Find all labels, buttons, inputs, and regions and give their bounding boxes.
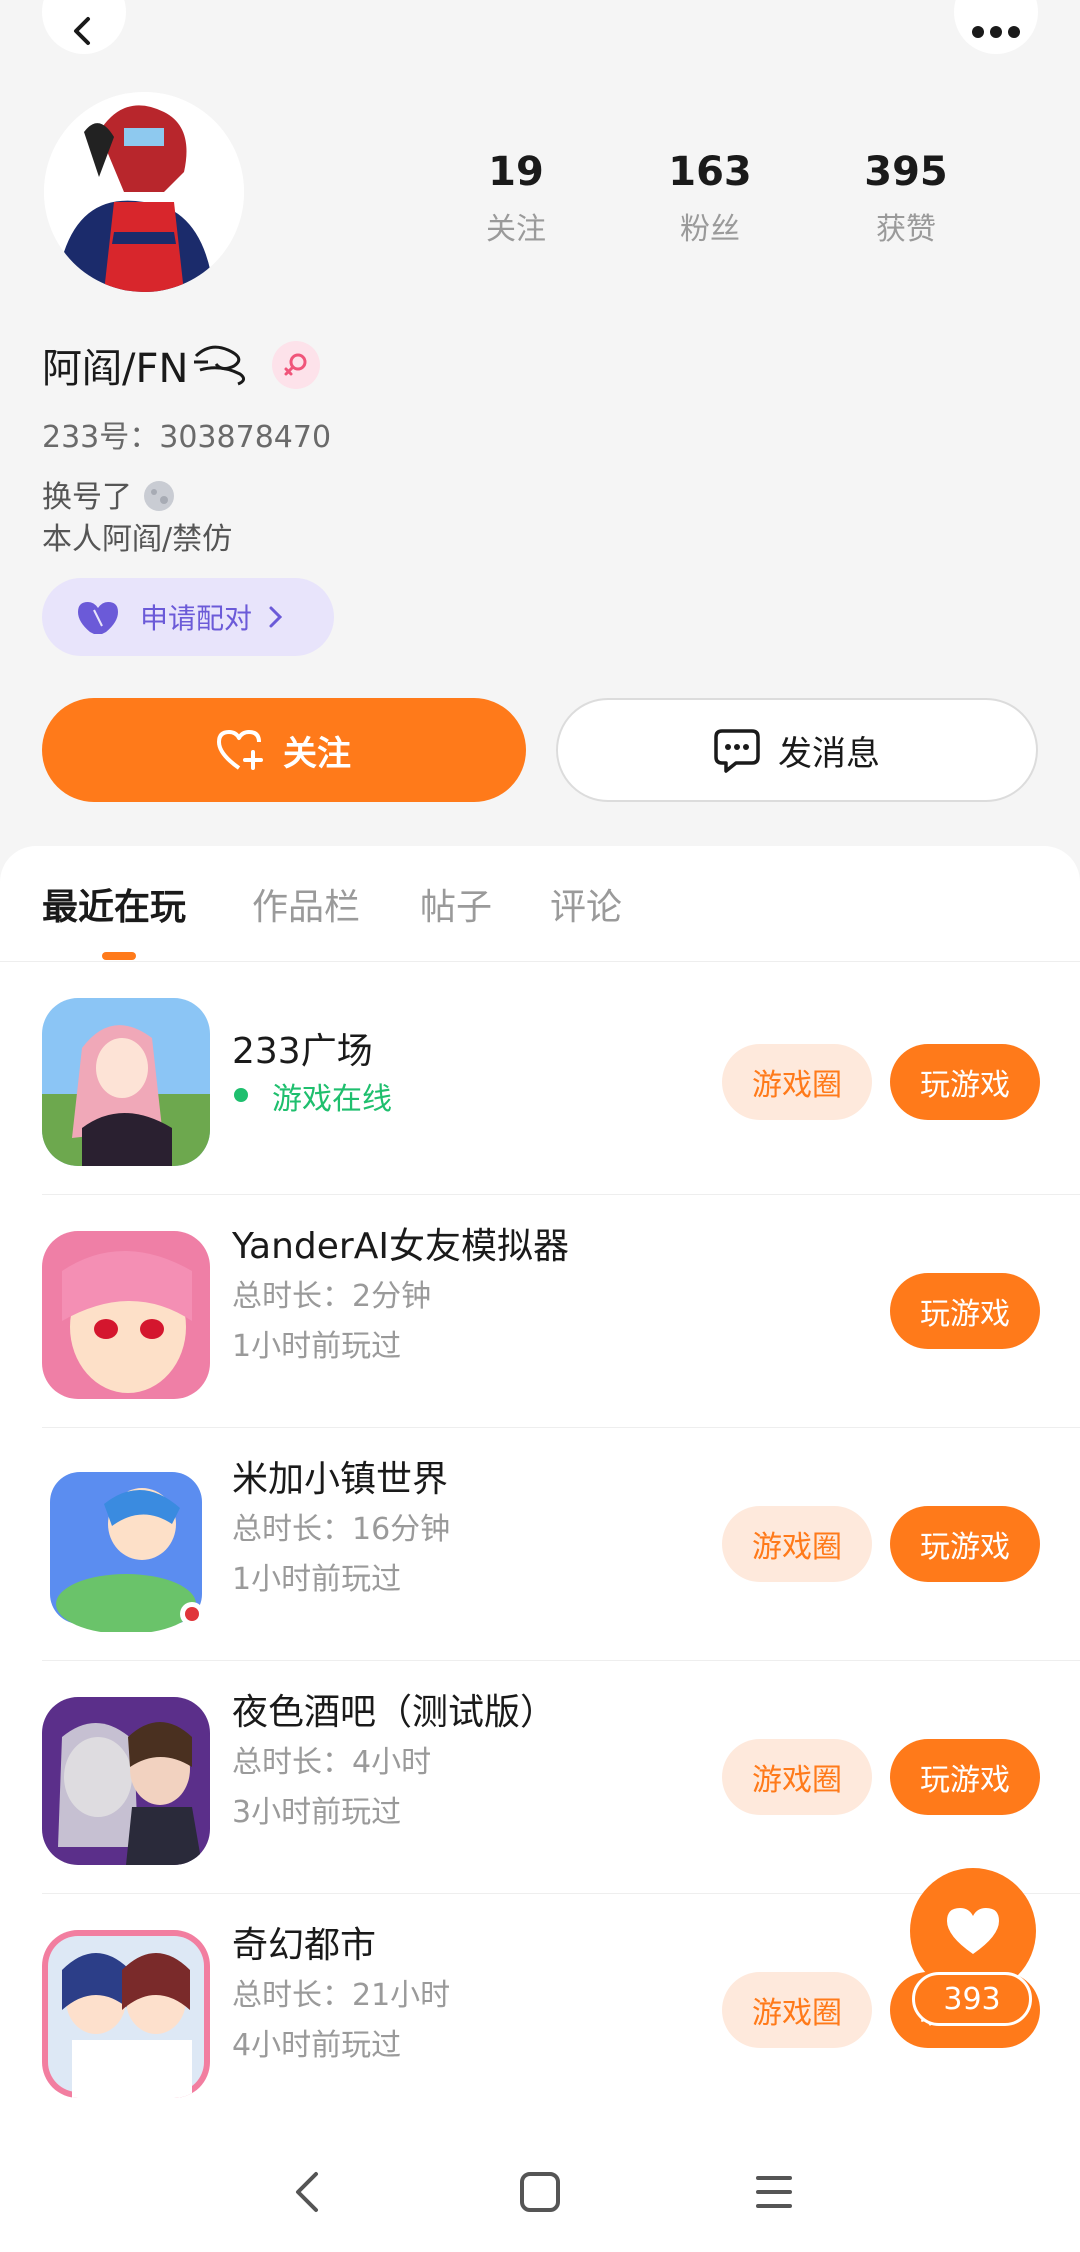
moon-emoji-icon <box>143 481 174 511</box>
profile-name: 阿阎/FN <box>42 346 189 392</box>
stat-followers[interactable]: 163 粉丝 <box>630 148 790 248</box>
game-title: 夜色酒吧（测试版） <box>232 1692 557 1733</box>
heart-plus-icon <box>217 730 263 770</box>
like-count-badge: 393 <box>912 1972 1032 2026</box>
follow-label: 关注 <box>283 733 351 774</box>
heart-icon <box>947 1908 999 1954</box>
game-icon[interactable] <box>42 998 210 1166</box>
send-message-button[interactable]: 发消息 <box>556 698 1038 802</box>
game-circle-button[interactable]: 游戏圈 <box>722 1972 872 2048</box>
game-title: YanderAI女友模拟器 <box>232 1226 569 1267</box>
name-row: 阿阎/FN <box>42 336 321 394</box>
game-row[interactable]: 233广场 游戏在线 游戏圈 玩游戏 <box>0 962 1080 1195</box>
play-game-button[interactable]: 玩游戏 <box>890 1739 1040 1815</box>
stat-likes[interactable]: 395 获赞 <box>826 148 986 248</box>
send-message-label: 发消息 <box>778 733 880 774</box>
bio-text: 换号了 <box>42 480 132 515</box>
game-icon[interactable] <box>42 1697 210 1865</box>
top-bar <box>0 0 1080 60</box>
tab-bar: 最近在玩 作品栏 帖子 评论 <box>0 846 1080 962</box>
game-icon[interactable] <box>42 1464 210 1632</box>
back-arrow-icon <box>74 17 90 45</box>
game-playtime: 总时长：16分钟 <box>232 1512 451 1547</box>
more-dots-icon <box>972 26 1020 38</box>
game-title: 米加小镇世界 <box>232 1459 449 1500</box>
game-row[interactable]: YanderAI女友模拟器 总时长：2分钟 1小时前玩过 玩游戏 <box>0 1195 1080 1428</box>
game-last-played: 3小时前玩过 <box>232 1795 402 1830</box>
swirl-decoration-icon <box>194 345 246 386</box>
tab-posts[interactable]: 帖子 <box>420 878 492 930</box>
game-last-played: 1小时前玩过 <box>232 1329 402 1364</box>
user-id: 233号：303878470 <box>42 420 332 455</box>
request-pair-button[interactable]: 申请配对 <box>42 578 334 656</box>
tab-works[interactable]: 作品栏 <box>252 878 360 930</box>
game-row[interactable]: 米加小镇世界 总时长：16分钟 1小时前玩过 游戏圈 玩游戏 <box>0 1428 1080 1661</box>
content-panel: 最近在玩 作品栏 帖子 评论 233广场 游戏在线 游戏圈 玩游戏 Yander… <box>0 846 1080 2252</box>
stat-label: 关注 <box>486 212 546 247</box>
play-game-button[interactable]: 玩游戏 <box>890 1044 1040 1120</box>
game-playtime: 总时长：21小时 <box>232 1978 451 2013</box>
game-circle-button[interactable]: 游戏圈 <box>722 1506 872 1582</box>
online-status-dot <box>234 1088 248 1102</box>
request-pair-label: 申请配对 <box>140 602 253 635</box>
gender-badge <box>272 341 321 389</box>
active-tab-indicator <box>102 952 136 960</box>
game-circle-button[interactable]: 游戏圈 <box>722 1739 872 1815</box>
game-circle-button[interactable]: 游戏圈 <box>722 1044 872 1120</box>
game-last-played: 1小时前玩过 <box>232 1562 402 1597</box>
stat-number: 395 <box>864 149 948 195</box>
system-nav-bar <box>0 2140 1080 2252</box>
game-playtime: 总时长：2分钟 <box>232 1279 432 1314</box>
play-game-button[interactable]: 玩游戏 <box>890 1506 1040 1582</box>
game-playtime: 总时长：4小时 <box>232 1745 432 1780</box>
game-online-status: 游戏在线 <box>272 1082 392 1117</box>
back-button[interactable] <box>42 0 126 54</box>
game-title: 奇幻都市 <box>232 1925 377 1966</box>
game-row[interactable]: 夜色酒吧（测试版） 总时长：4小时 3小时前玩过 游戏圈 玩游戏 <box>0 1661 1080 1894</box>
nav-home-icon[interactable] <box>518 2168 562 2216</box>
game-icon[interactable] <box>42 1930 210 2098</box>
stat-following[interactable]: 19 关注 <box>436 148 596 248</box>
tab-comments[interactable]: 评论 <box>550 878 622 930</box>
game-icon[interactable] <box>42 1231 210 1399</box>
chevron-right-icon <box>269 606 283 628</box>
game-last-played: 4小时前玩过 <box>232 2028 402 2063</box>
game-title: 233广场 <box>232 1031 373 1072</box>
avatar-image <box>44 92 244 292</box>
tab-recently-played[interactable]: 最近在玩 <box>42 878 186 930</box>
nav-back-icon[interactable] <box>290 2168 326 2216</box>
stat-label: 获赞 <box>876 212 936 247</box>
heart-pair-icon <box>78 602 118 634</box>
chat-bubble-icon <box>714 729 760 773</box>
follow-button[interactable]: 关注 <box>42 698 526 802</box>
bio-line-1: 换号了 <box>42 472 176 516</box>
avatar[interactable] <box>44 92 244 292</box>
stat-number: 163 <box>668 149 752 195</box>
bio-line-2: 本人阿阎/禁仿 <box>42 522 233 557</box>
play-game-button[interactable]: 玩游戏 <box>890 1273 1040 1349</box>
stat-number: 19 <box>488 149 544 195</box>
more-button[interactable] <box>954 0 1038 54</box>
stat-label: 粉丝 <box>680 212 740 247</box>
female-icon <box>284 353 307 376</box>
nav-menu-icon[interactable] <box>754 2168 794 2216</box>
